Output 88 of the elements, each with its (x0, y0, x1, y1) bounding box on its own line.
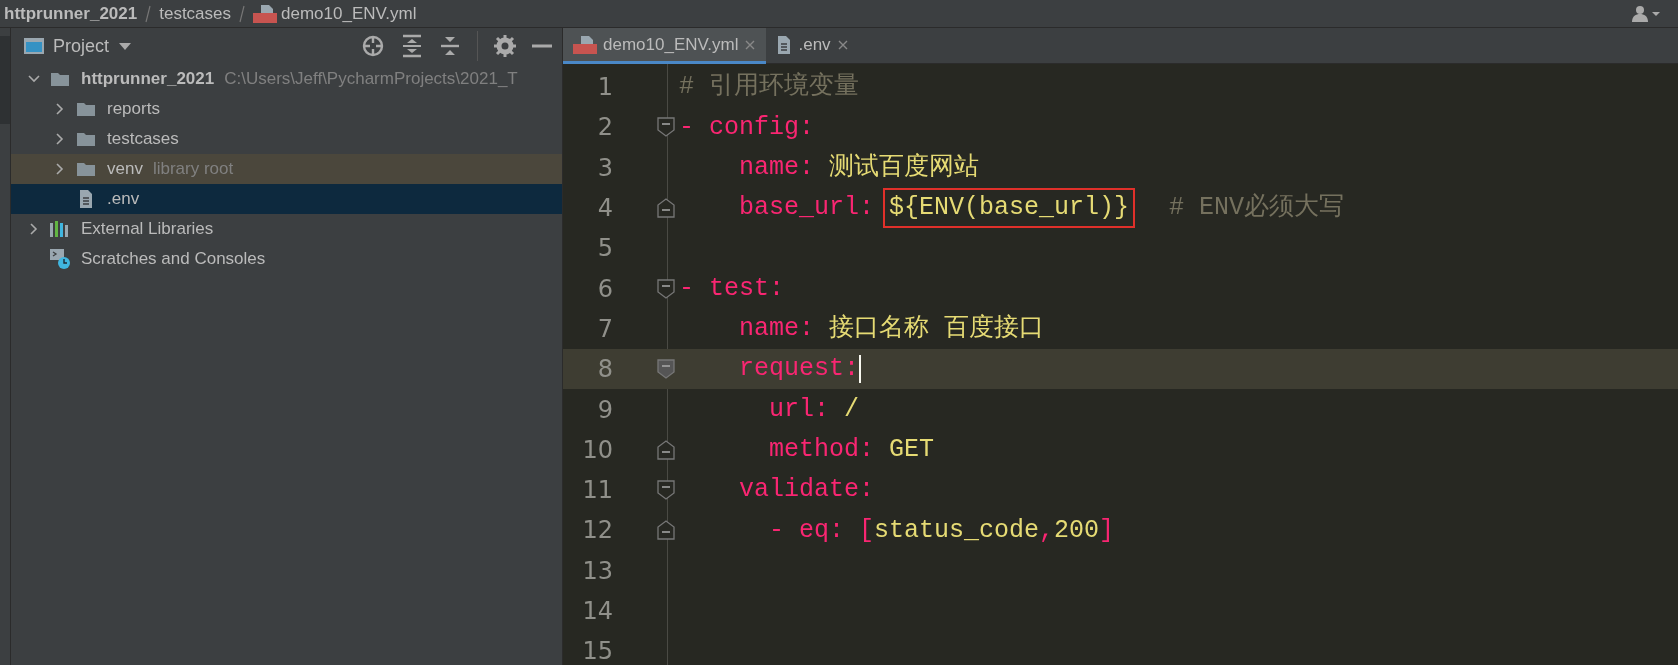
line-number: 13 (581, 555, 613, 587)
code-value: 200 (1054, 514, 1100, 547)
user-icon (1632, 5, 1662, 22)
breadcrumb-item[interactable]: demo10_ENV.yml (281, 3, 417, 24)
code-comment: # ENV必须大写 (1168, 192, 1345, 225)
line-number: 15 (581, 636, 613, 665)
tree-label: venv (107, 158, 143, 181)
line-number: 11 (581, 475, 613, 507)
line-number: 9 (596, 394, 613, 426)
fold-end-icon (657, 520, 675, 541)
code-key: , (1039, 511, 1055, 550)
fold-marker-icon (657, 480, 675, 501)
libraries-icon (49, 220, 71, 238)
file-icon (78, 189, 94, 209)
collapse-all-icon (439, 34, 461, 58)
line-number: 3 (596, 152, 613, 184)
code-value: 测试百度网站 (829, 152, 980, 184)
close-icon (744, 38, 757, 51)
text-cursor (859, 355, 862, 384)
editor-tab[interactable]: .env (766, 28, 859, 64)
locate-icon (361, 34, 385, 58)
code-key: ] (1099, 511, 1115, 550)
tree-label: testcases (107, 128, 179, 151)
line-number: 6 (596, 273, 613, 305)
dropdown-caret-icon (117, 41, 134, 51)
tab-label: .env (798, 33, 831, 56)
line-number: 5 (596, 233, 613, 265)
yml-file-icon (253, 3, 277, 24)
breadcrumb-item[interactable]: testcases (159, 3, 231, 24)
code-key: validate: (679, 471, 875, 509)
tree-item[interactable]: External Libraries (11, 214, 562, 244)
tree-hint: library root (152, 158, 234, 181)
tree-label: reports (107, 98, 160, 121)
folder-icon (50, 71, 70, 87)
code-value: GET (889, 434, 935, 467)
code-value: status_code (874, 514, 1040, 547)
folder-icon (76, 101, 96, 117)
tree-item[interactable]: venv library root (11, 154, 562, 184)
tree-item[interactable]: reports (11, 94, 562, 124)
line-number: 14 (581, 596, 613, 627)
expand-all-icon (401, 34, 423, 58)
settings-icon (494, 35, 516, 57)
tab-label: demo10_ENV.yml (603, 33, 739, 56)
file-icon (776, 34, 793, 55)
tree-hint: C:\Users\Jeff\PycharmProjects\2021_T (224, 68, 518, 91)
project-window-icon (23, 37, 45, 55)
tree-label: .env (107, 188, 140, 211)
code-key: request: (679, 350, 860, 388)
tree-item[interactable]: testcases (11, 124, 562, 154)
code-key: name: (679, 310, 830, 348)
line-number: 10 (581, 434, 613, 466)
fold-end-icon (657, 198, 675, 219)
code-key: - eq: [ (679, 511, 875, 550)
code-key: url: (679, 390, 845, 429)
line-number: 4 (596, 193, 613, 225)
close-icon (836, 38, 849, 51)
code-key: - config: (679, 108, 815, 147)
folder-icon (76, 161, 96, 177)
tree-item[interactable]: Scratches and Consoles (11, 244, 562, 274)
code-key: base_url: (679, 189, 890, 227)
tree-label: External Libraries (81, 218, 214, 241)
line-number: 1 (596, 72, 613, 104)
editor-tab[interactable]: demo10_ENV.yml (563, 28, 767, 64)
code-value: ${ENV(base_url)} (889, 193, 1130, 224)
code-key: - test: (679, 269, 785, 308)
code-key: method: (679, 431, 890, 469)
scratch-clock-icon (49, 248, 71, 270)
folder-icon (76, 131, 96, 147)
line-number: 8 (596, 354, 613, 386)
tree-label: httprunner_2021 (81, 68, 215, 91)
line-number: 7 (596, 313, 613, 345)
tree-item[interactable]: httprunner_2021 C:\Users\Jeff\PycharmProjects\2021_T (11, 64, 562, 94)
breadcrumb-item[interactable]: httprunner_2021 (4, 3, 138, 24)
code-value: / (844, 393, 860, 426)
fold-marker-icon (657, 117, 675, 138)
panel-title[interactable]: Project (53, 32, 110, 60)
line-number: 2 (596, 112, 613, 144)
code-value: 接口名称 百度接口 (829, 313, 1045, 346)
code-comment: # 引用环境变量 (679, 71, 859, 104)
code-key: name: (679, 149, 830, 187)
minimize-icon (532, 44, 552, 48)
line-number: 12 (581, 515, 613, 547)
fold-marker-icon (657, 359, 675, 380)
tree-item[interactable]: .env (11, 184, 562, 214)
yml-file-icon (573, 34, 597, 55)
tree-label: Scratches and Consoles (81, 248, 266, 271)
fold-marker-icon (657, 278, 675, 299)
fold-end-icon (657, 439, 675, 460)
